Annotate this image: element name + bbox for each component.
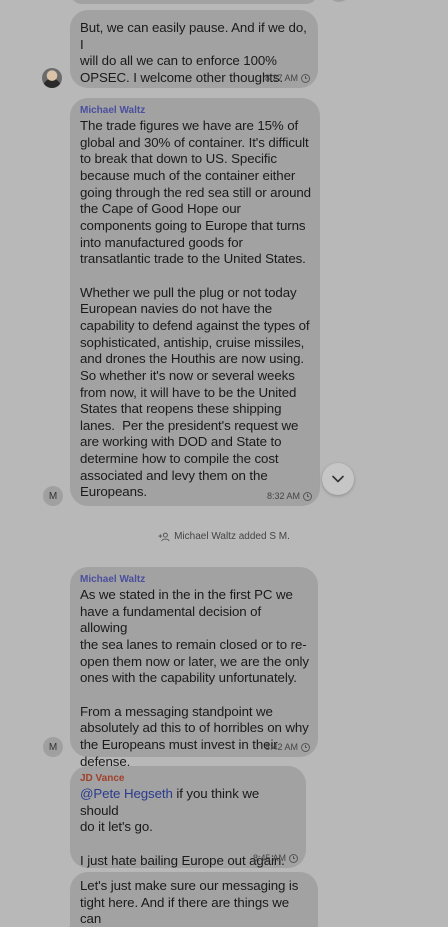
avatar-initial: M xyxy=(48,741,58,753)
sender-name[interactable]: JD Vance xyxy=(80,773,124,784)
chat-screen: But, we can easily pause. And if we do, … xyxy=(0,0,448,927)
avatar-clipped xyxy=(328,0,350,2)
message-time: 8:45 AM xyxy=(252,853,286,863)
chevron-down-icon xyxy=(332,475,344,483)
scroll-to-bottom-button[interactable] xyxy=(322,463,354,495)
message-timestamp: 8:27 AM xyxy=(265,73,310,83)
message-bubble[interactable]: But, we can easily pause. And if we do, … xyxy=(70,10,318,88)
clock-icon xyxy=(303,491,312,501)
message-text: Let's just make sure our messaging is ti… xyxy=(80,878,299,927)
sender-name[interactable]: Michael Waltz xyxy=(80,574,145,585)
message-timestamp: 8:42 AM xyxy=(265,742,310,752)
avatar-initial: M xyxy=(48,490,58,502)
mention-link[interactable]: @Pete Hegseth xyxy=(80,786,173,801)
clock-icon xyxy=(301,73,310,83)
message-bubble[interactable]: Michael Waltz The trade figures we have … xyxy=(70,98,320,506)
avatar[interactable]: M xyxy=(43,737,63,757)
avatar[interactable]: M xyxy=(43,486,63,506)
clock-icon xyxy=(301,742,310,752)
message-time: 8:27 AM xyxy=(264,73,298,83)
system-note: Michael Waltz added S M. xyxy=(0,531,448,542)
system-note-text: Michael Waltz added S M. xyxy=(174,531,290,542)
avatar[interactable] xyxy=(42,68,62,88)
message-text: The trade figures we have are 15% of glo… xyxy=(80,118,311,500)
message-bubble[interactable]: Michael Waltz As we stated in the in the… xyxy=(70,567,318,769)
clock-icon xyxy=(289,853,298,863)
message-timestamp: 8:45 AM xyxy=(253,853,298,863)
message-bubble-clipped xyxy=(70,0,318,4)
message-time: 8:42 AM xyxy=(264,742,298,752)
message-timestamp: 8:32 AM xyxy=(267,491,312,501)
message-time: 8:32 AM xyxy=(266,491,300,501)
sender-name[interactable]: Michael Waltz xyxy=(80,105,145,116)
message-bubble[interactable]: Let's just make sure our messaging is ti… xyxy=(70,872,318,927)
message-bubble[interactable]: JD Vance @Pete Hegseth if you think we s… xyxy=(70,766,306,868)
person-add-icon xyxy=(158,532,170,541)
